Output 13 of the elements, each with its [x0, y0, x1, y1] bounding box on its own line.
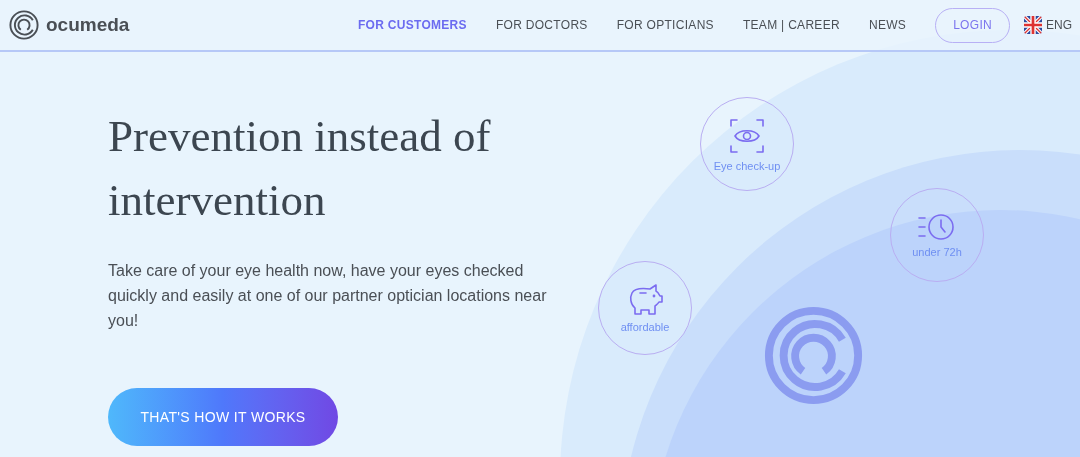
nav-link[interactable]: TEAM | CAREER	[742, 16, 840, 34]
uk-flag-icon	[1024, 16, 1042, 34]
nav-link[interactable]: NEWS	[868, 16, 907, 34]
clock-icon	[917, 211, 957, 242]
nav-link[interactable]: FOR CUSTOMERS	[357, 16, 467, 34]
logo-text: ocumeda	[46, 12, 130, 37]
language-selector[interactable]: ENG	[1024, 16, 1072, 34]
how-it-works-button[interactable]: THAT'S HOW IT WORKS	[108, 388, 338, 446]
nav-link[interactable]: FOR DOCTORS	[495, 16, 588, 34]
hero-title: Prevention instead of intervention	[108, 110, 492, 227]
logo-icon	[8, 9, 40, 41]
nav-link[interactable]: FOR OPTICIANS	[616, 16, 714, 34]
hero-text: Take care of your eye health now, have your eyes checked quickly and easily at one of our partner optician locations near you!	[108, 261, 548, 331]
